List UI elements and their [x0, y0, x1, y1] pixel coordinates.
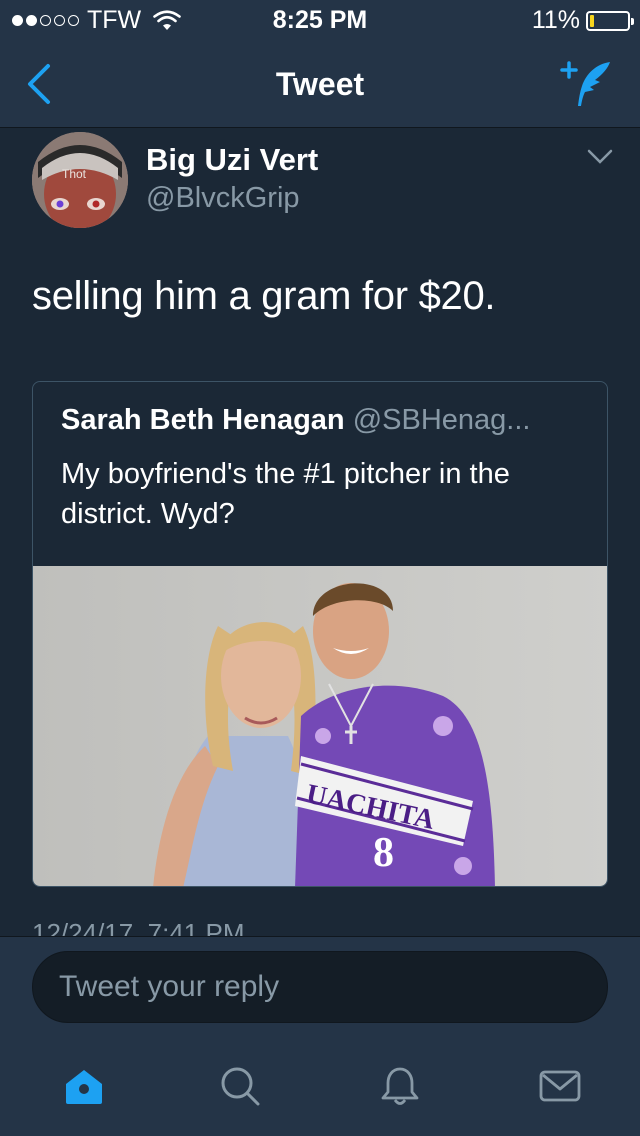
quoted-tweet-photo[interactable]: UACHITA 8 — [33, 566, 608, 887]
quoted-tweet[interactable]: Sarah Beth Henagan @SBHenag... My boyfri… — [32, 381, 608, 887]
page-title: Tweet — [275, 66, 365, 102]
battery-icon — [586, 10, 634, 31]
chevron-down-icon[interactable] — [586, 148, 614, 166]
home-icon — [66, 1070, 102, 1104]
author-handle[interactable]: @BlvckGrip — [146, 182, 300, 215]
avatar-text: Thot — [62, 167, 87, 181]
status-right: 11% — [531, 6, 634, 35]
quoted-author-handle: @SBHenag... — [352, 404, 531, 436]
bell-icon — [381, 1067, 419, 1105]
quoted-author-name: Sarah Beth Henagan — [61, 404, 345, 436]
battery-level-fill — [590, 14, 594, 27]
tweet-timestamp: 12/24/17, 7:41 PM — [32, 918, 245, 936]
tweet-text: selling him a gram for $20. — [32, 274, 496, 318]
battery-percentage: 11% — [531, 6, 580, 34]
tweet-detail: Thot Big Uzi Vert @BlvckGrip selling him… — [0, 128, 640, 936]
compose-tweet-icon[interactable] — [558, 56, 618, 112]
reply-bar: Tweet your reply — [0, 936, 640, 1036]
quoted-tweet-header: Sarah Beth Henagan @SBHenag... — [61, 404, 581, 437]
jersey-number: 8 — [373, 830, 394, 876]
tab-bar — [0, 1036, 640, 1136]
search-icon — [221, 1067, 260, 1106]
envelope-icon — [539, 1070, 581, 1102]
quoted-tweet-text: My boyfriend's the #1 pitcher in the dis… — [61, 458, 510, 530]
tab-notifications[interactable] — [378, 1064, 422, 1108]
navigation-bar: Tweet — [0, 40, 640, 128]
tab-messages[interactable] — [538, 1064, 582, 1108]
status-bar: TFW 8:25 PM 11% — [0, 0, 640, 40]
author-name[interactable]: Big Uzi Vert — [146, 142, 318, 178]
avatar[interactable]: Thot — [32, 132, 128, 228]
tab-search[interactable] — [218, 1064, 262, 1108]
reply-input[interactable]: Tweet your reply — [32, 951, 608, 1023]
tab-home[interactable] — [62, 1064, 106, 1108]
